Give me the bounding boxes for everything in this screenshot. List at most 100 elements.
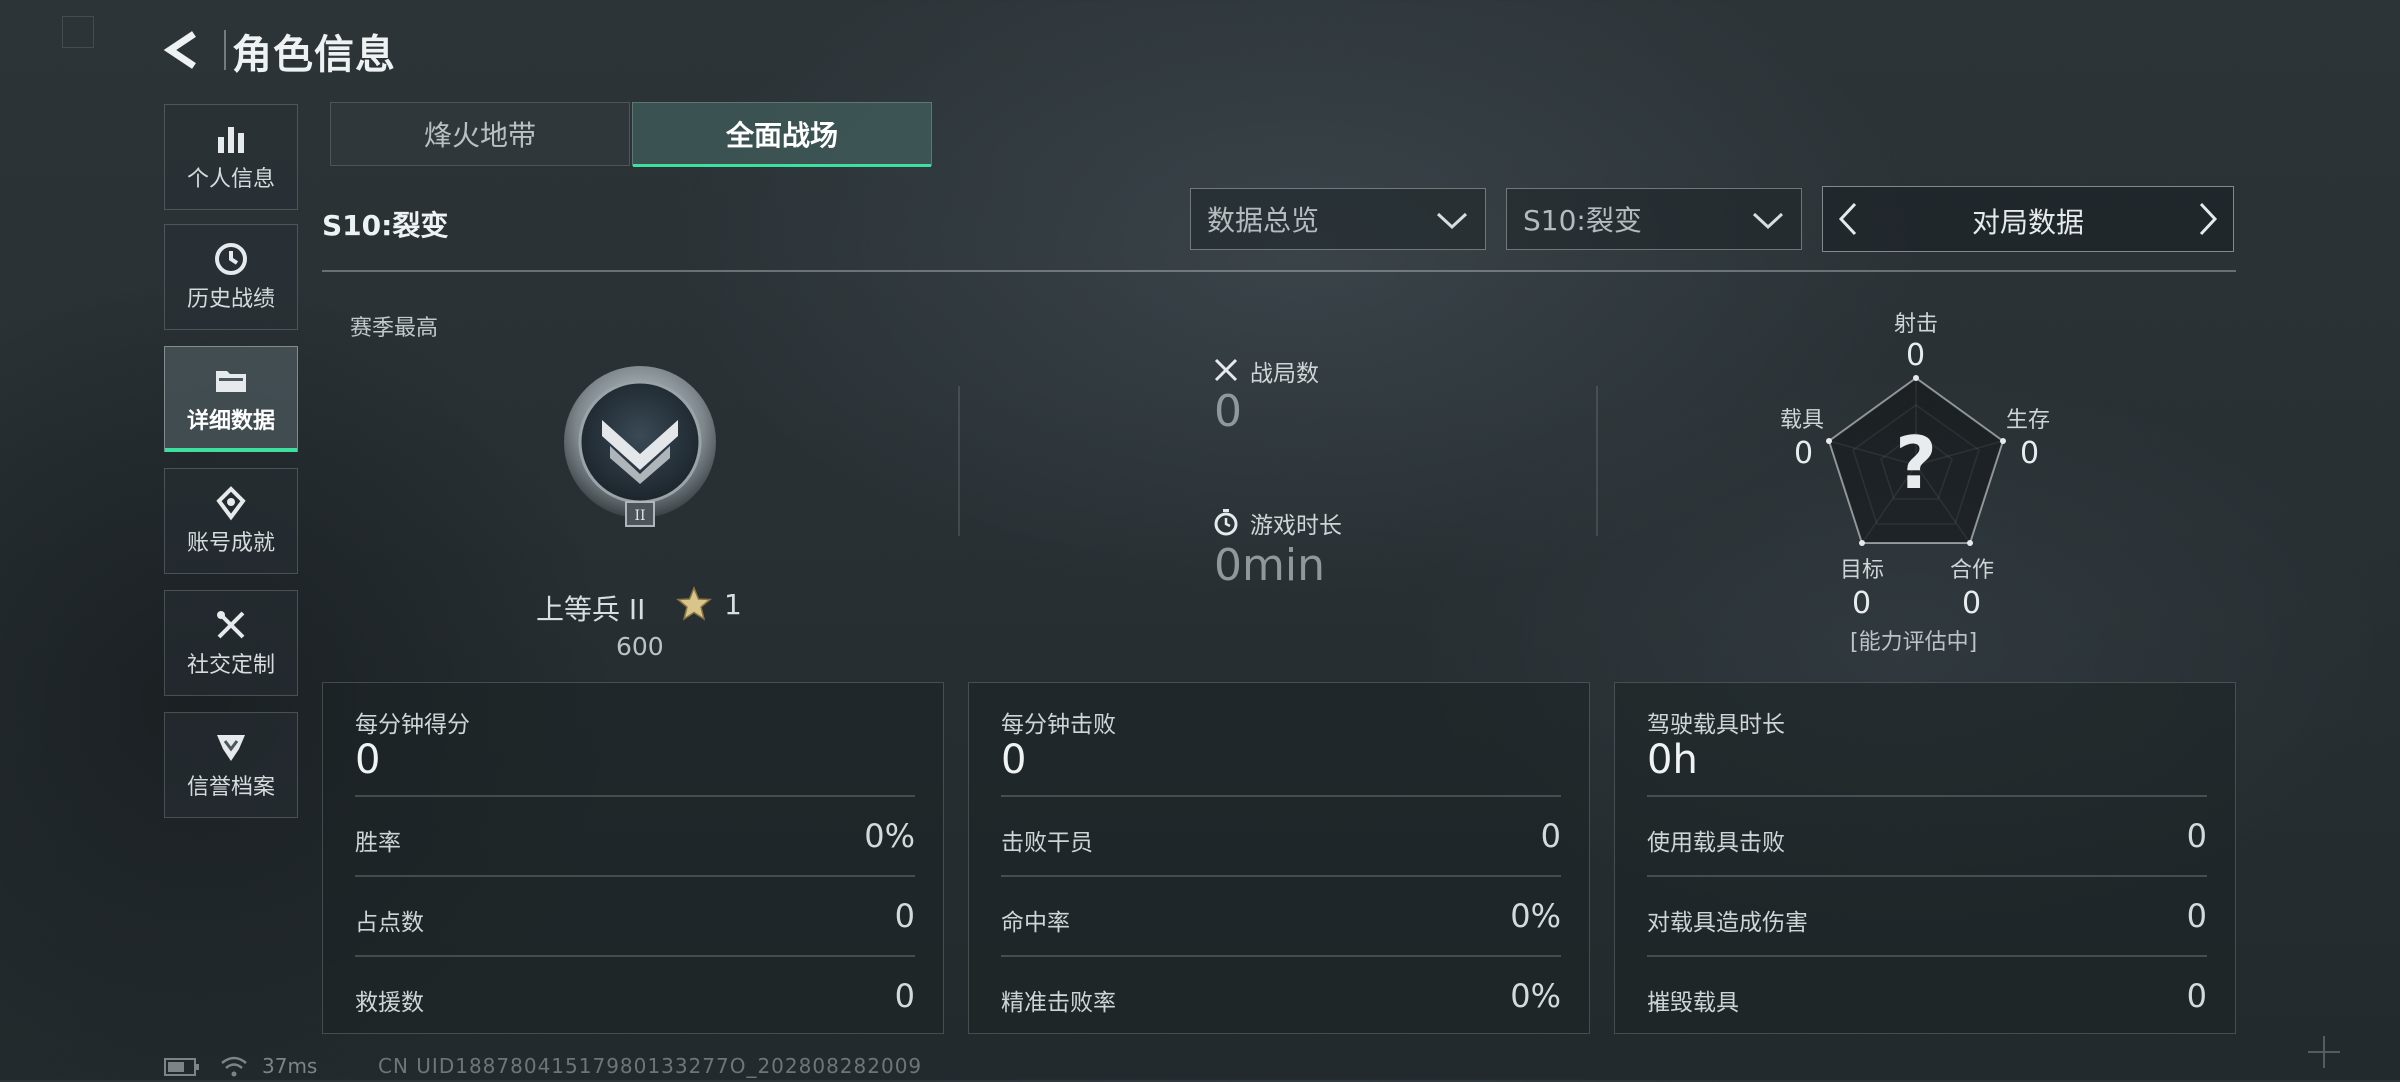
- stat-row: 精准击败率 0%: [1001, 957, 1561, 1037]
- radar-value-shooting: 0: [1906, 338, 1926, 373]
- radar-unknown-mark: ?: [1895, 421, 1937, 505]
- radar-label-vehicle: 载具: [1780, 408, 1825, 433]
- playtime-value: 0min: [1214, 540, 1325, 591]
- sidebar-item-label: 信誉档案: [186, 775, 275, 800]
- sidebar-item-label: 详细数据: [186, 409, 275, 434]
- tab-full-battlefield[interactable]: 全面战场: [632, 102, 932, 167]
- sidebar-item-detailed-data[interactable]: 详细数据: [164, 346, 298, 452]
- match-data-switcher: 对局数据: [1822, 186, 2234, 252]
- star-icon: [676, 586, 712, 622]
- score-panel: 每分钟得分 0 胜率 0% 占点数 0 救援数 0: [322, 682, 944, 1034]
- kills-panel: 每分钟击败 0 击败干员 0 命中率 0% 精准击败率 0%: [968, 682, 1590, 1034]
- user-uid: CN UID18878041517980133277O_202808282009: [378, 1054, 923, 1078]
- divider: [958, 386, 960, 536]
- tab-extraction-zone[interactable]: 烽火地带: [330, 102, 630, 166]
- sidebar-item-label: 账号成就: [186, 531, 275, 556]
- stat-value: 0: [2186, 817, 2207, 855]
- radar-label-survival: 生存: [2006, 408, 2051, 433]
- season-label: S10:裂变: [322, 209, 449, 242]
- radar-value-vehicle: 0: [1794, 436, 1814, 471]
- shield-icon: [217, 735, 245, 761]
- panel-value: 0: [355, 737, 381, 783]
- sidebar-item-label: 个人信息: [186, 167, 275, 192]
- medal-icon: [216, 486, 246, 521]
- sidebar-item-social[interactable]: 社交定制: [164, 590, 298, 696]
- crosshair-icon: [2306, 1034, 2342, 1070]
- panel-value: 0: [1001, 737, 1027, 783]
- stat-row: 胜率 0%: [355, 797, 915, 877]
- chevron-right-icon[interactable]: [2195, 201, 2221, 237]
- sidebar-item-credit[interactable]: 信誉档案: [164, 712, 298, 818]
- stat-value: 0: [894, 897, 915, 935]
- ability-radar: ? 射击 0 生存 0 合作 0 目标 0 载具 0: [1780, 300, 2060, 630]
- stat-label: 命中率: [1001, 910, 1070, 936]
- stat-label: 占点数: [355, 910, 424, 936]
- stat-label: 击败干员: [1001, 830, 1093, 856]
- stat-label: 摧毁载具: [1647, 990, 1739, 1016]
- data-overview-dropdown[interactable]: 数据总览: [1190, 188, 1486, 250]
- playtime-label: 游戏时长: [1250, 513, 1342, 539]
- sidebar-item-history[interactable]: 历史战绩: [164, 224, 298, 330]
- divider: [322, 270, 2236, 272]
- radar-value-cooperation: 0: [1962, 586, 1982, 621]
- stat-label: 救援数: [355, 990, 424, 1016]
- matches-label: 战局数: [1250, 361, 1319, 387]
- rank-badge-numeral: II: [634, 508, 645, 524]
- bar-chart-icon: [218, 127, 244, 153]
- wifi-icon: [220, 1054, 248, 1078]
- crossed-swords-icon: [1212, 356, 1240, 384]
- divider: [1596, 386, 1598, 536]
- clock-icon: [215, 243, 247, 275]
- panel-title: 每分钟得分: [355, 712, 470, 738]
- stat-value: 0: [1540, 817, 1561, 855]
- stat-label: 精准击败率: [1001, 990, 1116, 1016]
- corner-frame: [62, 16, 94, 48]
- rank-score: 600: [616, 632, 664, 661]
- panel-value: 0h: [1647, 737, 1698, 783]
- ability-assessment-status: [能力评估中]: [1850, 630, 1978, 655]
- star-count: 1: [724, 588, 742, 621]
- timer-icon: [1212, 508, 1240, 536]
- stat-value: 0: [894, 977, 915, 1015]
- ping-value: 37ms: [262, 1054, 318, 1078]
- matches-value: 0: [1214, 386, 1242, 437]
- season-dropdown[interactable]: S10:裂变: [1506, 188, 1802, 250]
- radar-label-objective: 目标: [1840, 558, 1885, 583]
- sidebar-item-achievements[interactable]: 账号成就: [164, 468, 298, 574]
- stat-row: 救援数 0: [355, 957, 915, 1037]
- stat-label: 对载具造成伤害: [1647, 910, 1808, 936]
- sidebar-item-label: 社交定制: [186, 653, 275, 678]
- panel-title: 每分钟击败: [1001, 712, 1116, 738]
- season-best-label: 赛季最高: [350, 316, 439, 341]
- sidebar-item-label: 历史战绩: [186, 287, 275, 312]
- back-arrow-icon[interactable]: [160, 26, 208, 74]
- stat-row: 击败干员 0: [1001, 797, 1561, 877]
- vehicle-panel: 驾驶载具时长 0h 使用载具击败 0 对载具造成伤害 0 摧毁载具 0: [1614, 682, 2236, 1034]
- chevron-down-icon: [1752, 212, 1784, 230]
- switcher-label: 对局数据: [1971, 206, 2084, 239]
- panel-title: 驾驶载具时长: [1647, 712, 1785, 738]
- stat-value: 0%: [1510, 977, 1561, 1015]
- stat-row: 命中率 0%: [1001, 877, 1561, 957]
- dropdown-value: 数据总览: [1207, 204, 1320, 237]
- battery-icon: [164, 1058, 200, 1076]
- stat-value: 0: [2186, 897, 2207, 935]
- radar-value-objective: 0: [1852, 586, 1872, 621]
- sidebar-item-personal-info[interactable]: 个人信息: [164, 104, 298, 210]
- radar-label-cooperation: 合作: [1950, 558, 1995, 583]
- stat-value: 0%: [864, 817, 915, 855]
- page-title: 角色信息: [232, 32, 396, 78]
- dropdown-value: S10:裂变: [1523, 204, 1642, 237]
- rank-badge: II: [560, 362, 720, 532]
- title-separator: [224, 30, 226, 70]
- stat-label: 胜率: [355, 830, 401, 856]
- chevron-down-icon: [1436, 212, 1468, 230]
- stat-row: 摧毁载具 0: [1647, 957, 2207, 1037]
- tools-icon: [217, 611, 245, 639]
- radar-label-shooting: 射击: [1894, 312, 1939, 337]
- stat-value: 0%: [1510, 897, 1561, 935]
- stat-value: 0: [2186, 977, 2207, 1015]
- radar-value-survival: 0: [2020, 436, 2040, 471]
- stat-label: 使用载具击败: [1647, 830, 1785, 856]
- folder-icon: [216, 371, 246, 392]
